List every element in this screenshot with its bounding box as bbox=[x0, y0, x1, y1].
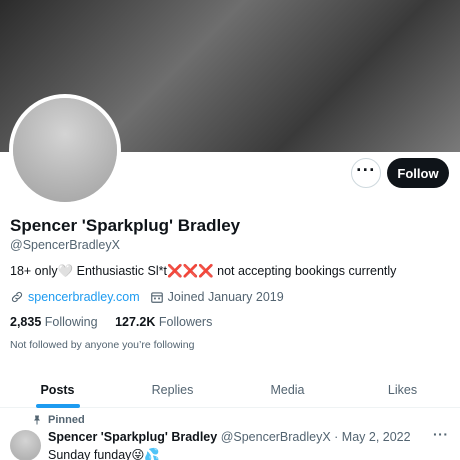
followers-link[interactable]: 127.2K Followers bbox=[115, 315, 212, 329]
followers-label: Followers bbox=[158, 315, 213, 329]
more-options-button[interactable]: ··· bbox=[351, 158, 381, 188]
profile-bio: 18+ only🤍 Enthusiastic Sl*t❌❌❌ not accep… bbox=[10, 264, 397, 278]
profile-handle: @SpencerBradleyX bbox=[10, 238, 120, 252]
post-author-avatar[interactable] bbox=[10, 430, 41, 460]
post-separator: · bbox=[334, 430, 339, 444]
post-date[interactable]: May 2, 2022 bbox=[342, 430, 411, 444]
link-icon bbox=[11, 291, 23, 303]
following-label: Following bbox=[44, 315, 98, 329]
follow-counts: 2,835 Following 127.2K Followers bbox=[10, 315, 212, 329]
pinned-indicator: Pinned bbox=[31, 414, 85, 426]
profile-avatar[interactable] bbox=[9, 94, 121, 206]
website-link[interactable]: spencerbradley.com bbox=[28, 290, 140, 304]
post-author-name[interactable]: Spencer 'Sparkplug' Bradley bbox=[48, 430, 217, 444]
post-author-handle[interactable]: @SpencerBradleyX bbox=[221, 430, 331, 444]
more-horizontal-icon: ··· bbox=[356, 160, 376, 180]
tab-label: Likes bbox=[387, 382, 418, 397]
profile-tabs: Posts Replies Media Likes bbox=[0, 372, 460, 408]
tab-label: Replies bbox=[151, 382, 194, 397]
following-count: 2,835 bbox=[10, 315, 42, 329]
pinned-label: Pinned bbox=[48, 414, 85, 426]
post-header: Spencer 'Sparkplug' Bradley @SpencerBrad… bbox=[48, 430, 411, 444]
not-followed-notice: Not followed by anyone you’re following bbox=[10, 339, 195, 351]
post-more-icon[interactable]: ··· bbox=[433, 426, 449, 442]
tab-replies[interactable]: Replies bbox=[115, 372, 230, 407]
tab-media[interactable]: Media bbox=[230, 372, 345, 407]
post-text: Sunday funday😜💦 bbox=[48, 448, 160, 460]
follow-button[interactable]: Follow bbox=[387, 158, 449, 188]
tab-label: Media bbox=[270, 382, 305, 397]
profile-meta: spencerbradley.com Joined January 2019 bbox=[10, 290, 284, 304]
pin-icon bbox=[34, 415, 40, 425]
tab-likes[interactable]: Likes bbox=[345, 372, 460, 407]
avatar-image-placeholder bbox=[13, 98, 117, 202]
profile-display-name: Spencer 'Sparkplug' Bradley bbox=[10, 216, 241, 235]
followers-count: 127.2K bbox=[115, 315, 156, 329]
tab-posts[interactable]: Posts bbox=[0, 372, 115, 408]
joined-date: Joined January 2019 bbox=[167, 290, 284, 304]
active-tab-indicator bbox=[35, 404, 80, 408]
tab-label: Posts bbox=[40, 382, 75, 397]
calendar-icon bbox=[150, 292, 163, 303]
following-link[interactable]: 2,835 Following bbox=[10, 315, 98, 329]
